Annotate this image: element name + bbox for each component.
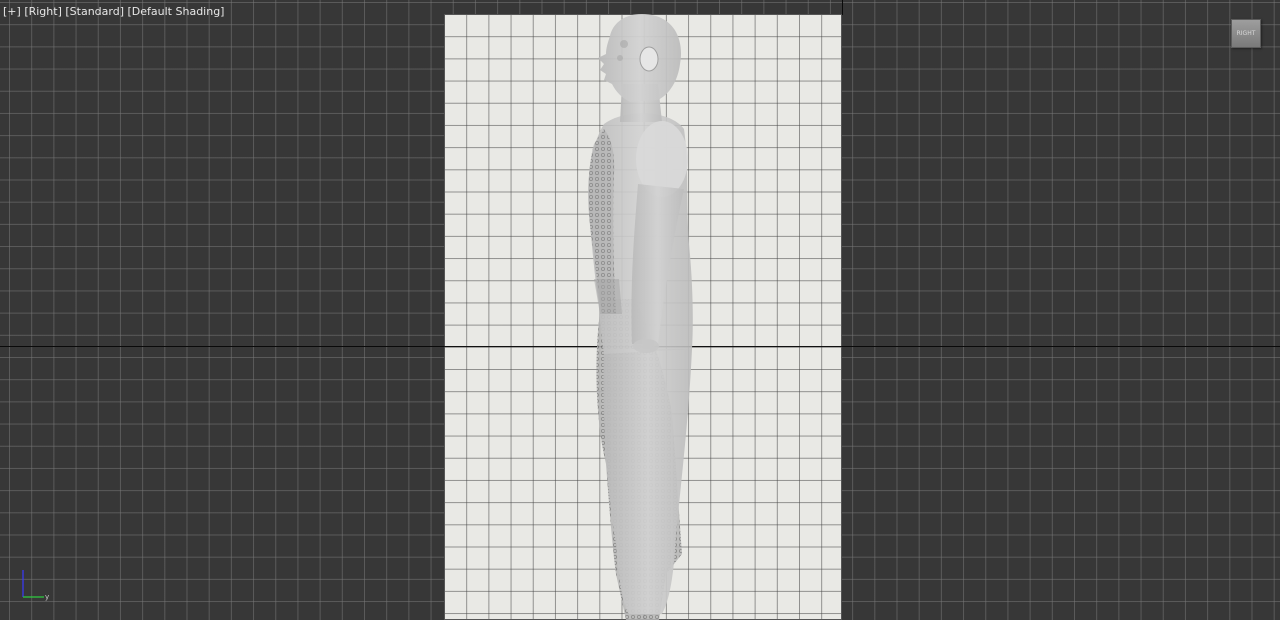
y-axis-label: y [45,593,49,601]
viewcube-face-label: RIGHT [1236,30,1256,37]
ear [639,46,659,72]
reference-image-plane[interactable] [444,14,842,620]
viewport-menu-view[interactable]: [Right] [24,5,62,18]
viewcube[interactable]: RIGHT [1231,19,1261,48]
world-axis-vertical [842,0,843,15]
human-figure-model[interactable] [444,14,842,620]
axis-tripod-icon: y [22,570,49,601]
viewport-right[interactable]: [+] [Right] [Standard] [Default Shading]… [0,0,1280,620]
viewport-label: [+] [Right] [Standard] [Default Shading] [3,5,224,18]
head [598,14,681,102]
viewport-menu-plus[interactable]: [+] [3,5,21,18]
hand [633,339,659,353]
belt [594,279,622,314]
viewport-menu-standard[interactable]: [Standard] [65,5,124,18]
viewport-menu-shading[interactable]: [Default Shading] [128,5,225,18]
